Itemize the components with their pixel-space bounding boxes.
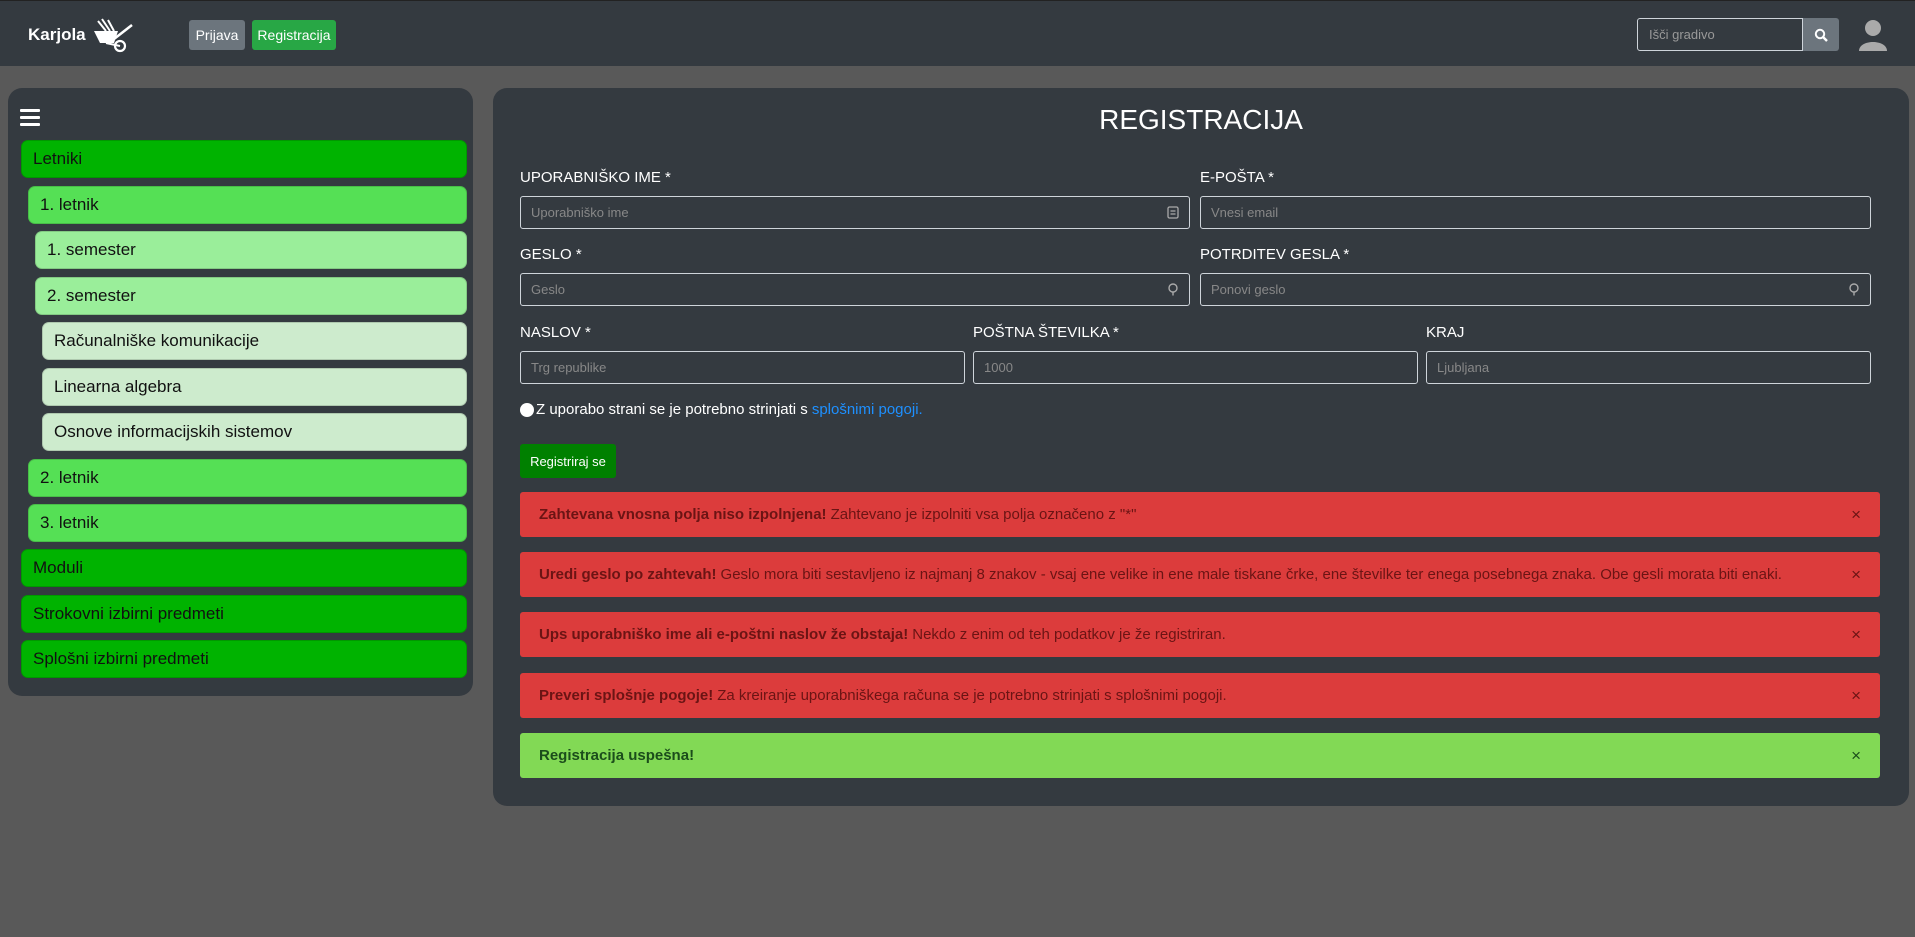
sidebar-item-linearna-algebra[interactable]: Linearna algebra (42, 368, 467, 406)
confirm-password-field[interactable]: Ponovi geslo (1200, 273, 1871, 306)
address-placeholder: Trg republike (531, 360, 607, 375)
sidebar: Letniki 1. letnik 1. semester 2. semeste… (8, 88, 473, 696)
alert-user-exists: Ups uporabniško ime ali e-poštni naslov … (520, 612, 1880, 657)
postal-code-field[interactable]: 1000 (973, 351, 1418, 384)
email-label: E-POŠTA * (1200, 169, 1274, 186)
search-button[interactable] (1803, 18, 1839, 51)
search-icon (1814, 28, 1828, 42)
sidebar-item-1-semester[interactable]: 1. semester (35, 231, 467, 269)
alert-required-fields: Zahtevana vnosna polja niso izpolnjena! … (520, 492, 1880, 537)
email-field[interactable]: Vnesi email (1200, 196, 1871, 229)
sidebar-item-1-letnik[interactable]: 1. letnik (28, 186, 467, 224)
confirm-password-placeholder: Ponovi geslo (1211, 282, 1286, 297)
close-icon[interactable]: × (1851, 505, 1861, 525)
key-icon (1849, 283, 1859, 296)
sidebar-item-letniki[interactable]: Letniki (21, 140, 467, 178)
page-title: REGISTRACIJA (1099, 104, 1303, 135)
confirm-password-label: POTRDITEV GESLA * (1200, 246, 1350, 263)
city-label: KRAJ (1426, 324, 1465, 341)
close-icon[interactable]: × (1851, 746, 1861, 766)
alert-title: Uredi geslo po zahtevah! (539, 566, 717, 583)
sidebar-item-3-letnik[interactable]: 3. letnik (28, 504, 467, 542)
alert-title: Ups uporabniško ime ali e-poštni naslov … (539, 626, 909, 643)
password-placeholder: Geslo (531, 282, 565, 297)
user-icon[interactable] (1859, 19, 1887, 51)
terms-link[interactable]: splošnimi pogoji. (812, 401, 923, 418)
register-submit-button[interactable]: Registriraj se (520, 444, 616, 478)
wheelbarrow-icon (93, 18, 133, 53)
username-field[interactable]: Uporabniško ime (520, 196, 1190, 229)
close-icon[interactable]: × (1851, 565, 1861, 585)
sidebar-item-racunalniske-komunikacije[interactable]: Računalniške komunikacije (42, 322, 467, 360)
alert-text: Nekdo z enim od teh podatkov je že regis… (912, 626, 1226, 643)
alert-title: Registracija uspešna! (539, 747, 695, 764)
alert-text: Zahtevano je izpolniti vsa polja označen… (830, 506, 1137, 523)
key-icon (1168, 283, 1178, 296)
address-field[interactable]: Trg republike (520, 351, 965, 384)
alert-title: Preveri splošnje pogoje! (539, 687, 714, 704)
terms-text: Z uporabo strani se je potrebno strinjat… (536, 401, 808, 418)
terms-radio[interactable] (520, 402, 534, 417)
alert-terms: Preveri splošnje pogoje! Za kreiranje up… (520, 673, 1880, 718)
brand[interactable]: Karjola (28, 17, 136, 53)
address-label: NASLOV * (520, 324, 591, 341)
username-placeholder: Uporabniško ime (531, 205, 629, 220)
sidebar-item-moduli[interactable]: Moduli (21, 549, 467, 587)
sidebar-item-2-letnik[interactable]: 2. letnik (28, 459, 467, 497)
search-input[interactable]: Išči gradivo (1637, 18, 1804, 51)
terms-row: Z uporabo strani se je potrebno strinjat… (520, 401, 923, 418)
id-card-icon (1167, 206, 1179, 219)
password-field[interactable]: Geslo (520, 273, 1190, 306)
register-button[interactable]: Registracija (252, 20, 336, 50)
menu-icon[interactable] (20, 109, 40, 127)
alert-text: Za kreiranje uporabniškega računa se je … (717, 687, 1227, 704)
city-field[interactable]: Ljubljana (1426, 351, 1871, 384)
sidebar-item-strokovni-izbirni-predmeti[interactable]: Strokovni izbirni predmeti (21, 595, 467, 633)
search-group: Išči gradivo (1637, 18, 1839, 51)
alert-title: Zahtevana vnosna polja niso izpolnjena! (539, 506, 827, 523)
alert-text: Geslo mora biti sestavljeno iz najmanj 8… (720, 566, 1782, 583)
postal-code-placeholder: 1000 (984, 360, 1013, 375)
close-icon[interactable]: × (1851, 625, 1861, 645)
close-icon[interactable]: × (1851, 686, 1861, 706)
alert-password-rules: Uredi geslo po zahtevah! Geslo mora biti… (520, 552, 1880, 597)
postal-code-label: POŠTNA ŠTEVILKA * (973, 324, 1119, 341)
sidebar-item-2-semester[interactable]: 2. semester (35, 277, 467, 315)
username-label: UPORABNIŠKO IME * (520, 169, 671, 186)
login-button[interactable]: Prijava (189, 20, 245, 50)
password-label: GESLO * (520, 246, 582, 263)
email-placeholder: Vnesi email (1211, 205, 1279, 220)
sidebar-item-osnove-informacijskih-sistemov[interactable]: Osnove informacijskih sistemov (42, 413, 467, 451)
navbar: Karjola Prijava Registracija Išči gradiv… (0, 0, 1915, 66)
alert-success: Registracija uspešna! × (520, 733, 1880, 778)
city-placeholder: Ljubljana (1437, 360, 1490, 375)
sidebar-item-splosni-izbirni-predmeti[interactable]: Splošni izbirni predmeti (21, 640, 467, 678)
registration-panel: REGISTRACIJA UPORABNIŠKO IME * Uporabniš… (493, 88, 1909, 806)
brand-name: Karjola (28, 25, 86, 44)
